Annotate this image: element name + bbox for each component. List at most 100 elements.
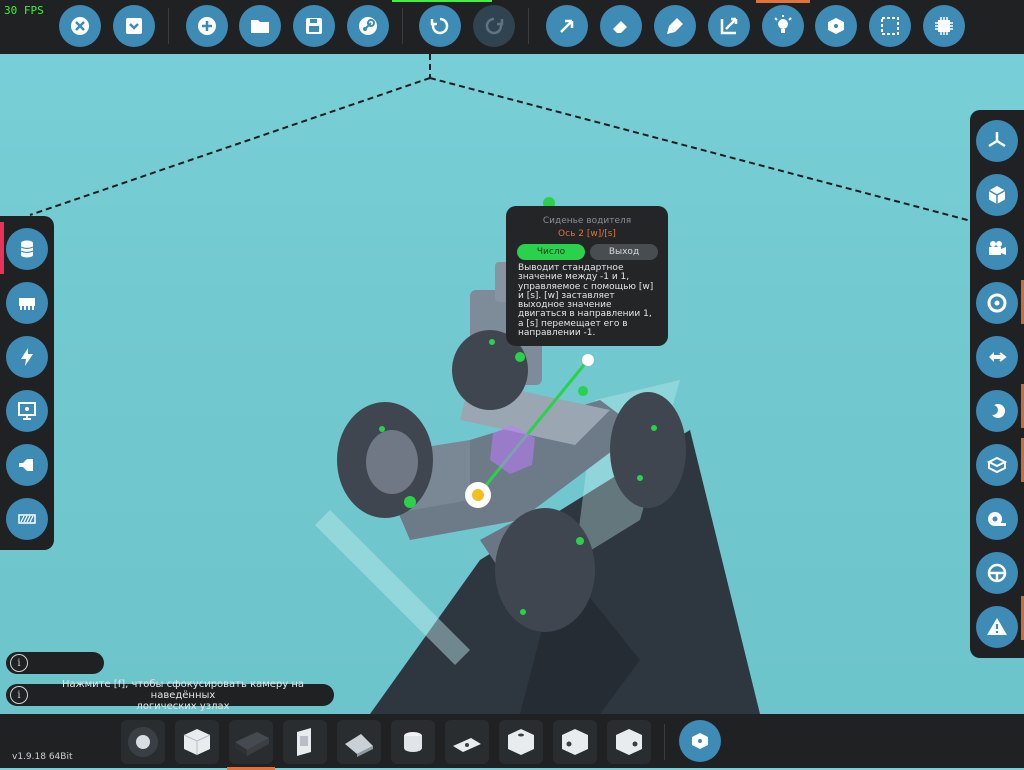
- version-label: v1.9.18 64Bit: [12, 752, 73, 762]
- redo-button[interactable]: [473, 5, 515, 47]
- logic-icon: [692, 733, 708, 749]
- hide-ui-button[interactable]: [113, 5, 155, 47]
- view-axis-icon: [988, 132, 1006, 148]
- camera-icon: [989, 241, 1006, 255]
- active-indicator: [392, 0, 492, 2]
- redo-icon: [485, 17, 504, 35]
- panel-block-icon: [297, 728, 311, 756]
- hotbar-slot-cube[interactable]: [175, 720, 219, 764]
- target-icon: [987, 293, 1007, 313]
- view-axis-button[interactable]: [976, 120, 1018, 162]
- transfer-icon: [989, 352, 1007, 362]
- undo-icon: [430, 17, 449, 35]
- new-button[interactable]: [186, 5, 228, 47]
- close-button[interactable]: [59, 5, 101, 47]
- top-toolbar: 30 FPS: [0, 0, 1024, 54]
- cube-hole-block-icon: [508, 729, 534, 755]
- eraser-icon: [613, 21, 627, 33]
- measure-tape-icon: [988, 512, 1006, 526]
- new-icon: [198, 17, 216, 35]
- hotbar-slot-panel[interactable]: [283, 720, 327, 764]
- battery-block-icon: [235, 732, 269, 756]
- warning-icon: [987, 618, 1007, 635]
- electric-button[interactable]: [6, 336, 48, 378]
- info-icon: i: [10, 654, 28, 672]
- hotbar-slot-cube-hole-2[interactable]: [553, 720, 597, 764]
- hint-text: Нажмите [f], чтобы сфокусировать камеру …: [61, 678, 305, 712]
- hotbar-slot-wedge[interactable]: [337, 720, 381, 764]
- warning-button[interactable]: [976, 606, 1018, 648]
- block-outline-icon: [986, 456, 1008, 474]
- hotbar-slot-cube-hole-3[interactable]: [607, 720, 651, 764]
- display-button[interactable]: [6, 390, 48, 432]
- cube-hole-block-3-icon: [616, 729, 642, 755]
- mechanical-button[interactable]: [6, 282, 48, 324]
- tab-output[interactable]: Выход: [590, 244, 658, 260]
- hotbar-slot-cylinder[interactable]: [391, 720, 435, 764]
- inventory-button[interactable]: [6, 228, 48, 270]
- mechanical-icon: [19, 298, 35, 310]
- save-icon: [306, 18, 322, 34]
- transfer-button[interactable]: [976, 336, 1018, 378]
- left-selected-indicator: [0, 222, 4, 274]
- tab-number[interactable]: Число: [517, 244, 585, 260]
- logic-button[interactable]: [815, 5, 857, 47]
- steering-wheel-icon: [987, 563, 1007, 583]
- moon-button[interactable]: [976, 390, 1018, 432]
- paint-icon: [667, 18, 683, 34]
- microchip-icon: [935, 17, 953, 35]
- hotbar-slot-wheel[interactable]: [121, 720, 165, 764]
- logic-node-tooltip: Сиденье водителя Ось 2 [w]/[s] Число Вых…: [506, 206, 668, 346]
- hotbar-slot-battery[interactable]: [227, 720, 275, 770]
- open-folder-icon: [251, 20, 269, 33]
- close-icon: [71, 17, 89, 35]
- electric-icon: [21, 348, 33, 366]
- tooltip-description: Выводит стандартное значение между -1 и …: [518, 263, 654, 339]
- wheel-block-icon: [128, 727, 158, 757]
- view-cube-button[interactable]: [976, 174, 1018, 216]
- open-button[interactable]: [239, 5, 281, 47]
- steam-button[interactable]: [347, 5, 389, 47]
- left-panel: [0, 216, 54, 550]
- eraser-button[interactable]: [600, 5, 642, 47]
- logic-mode-button[interactable]: [679, 720, 721, 762]
- cube-block-icon: [183, 729, 211, 755]
- select-button[interactable]: [546, 5, 588, 47]
- light-icon: [774, 15, 792, 33]
- right-panel: [970, 110, 1024, 658]
- cylinder-block-icon: [404, 732, 422, 752]
- paint-button[interactable]: [654, 5, 696, 47]
- signal-button[interactable]: [6, 444, 48, 486]
- steering-button[interactable]: [976, 552, 1018, 594]
- decal-button[interactable]: [6, 498, 48, 540]
- transform-icon: [720, 17, 738, 35]
- light-indicator: [756, 0, 810, 3]
- light-button[interactable]: [762, 5, 804, 47]
- fps-counter: 30 FPS: [4, 4, 44, 17]
- bottom-hotbar: [0, 714, 1024, 770]
- display-icon: [18, 402, 36, 420]
- hotbar-slot-cube-hole[interactable]: [499, 720, 543, 764]
- hide-ui-icon: [126, 18, 142, 34]
- viewport-3d[interactable]: [0, 54, 1024, 714]
- select-area-button[interactable]: [869, 5, 911, 47]
- hint-pill: i Нажмите [f], чтобы сфокусировать камер…: [6, 679, 334, 712]
- signal-icon: [19, 459, 33, 471]
- tooltip-title: Сиденье водителя: [542, 216, 632, 226]
- decal-icon: [18, 514, 36, 524]
- logic-icon: [828, 18, 844, 34]
- target-button[interactable]: [976, 282, 1018, 324]
- block-inventory-icon: [20, 240, 34, 258]
- hotbar-slot-pipe[interactable]: [445, 720, 489, 764]
- undo-button[interactable]: [419, 5, 461, 47]
- cube-hole-block-2-icon: [562, 729, 588, 755]
- block-outline-button[interactable]: [976, 444, 1018, 486]
- moon-icon: [988, 404, 1005, 418]
- steam-icon: [359, 17, 377, 35]
- camera-button[interactable]: [976, 228, 1018, 270]
- wedge-block-icon: [345, 734, 373, 757]
- transform-button[interactable]: [708, 5, 750, 47]
- microchip-button[interactable]: [923, 5, 965, 47]
- save-button[interactable]: [293, 5, 335, 47]
- measure-button[interactable]: [976, 498, 1018, 540]
